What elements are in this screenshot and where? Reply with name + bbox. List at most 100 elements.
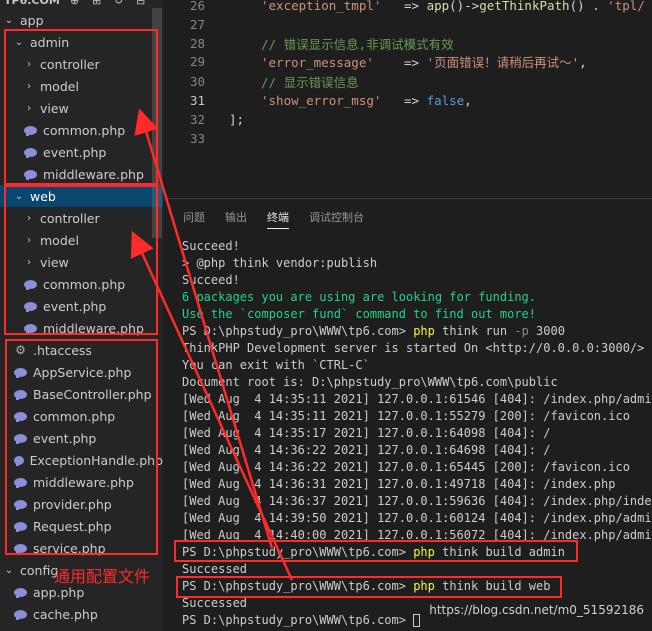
code-text: ]; <box>229 112 245 127</box>
panel-tab[interactable]: 问题 <box>183 205 205 229</box>
panel-tabs: 问题 输出 终端 调试控制台 <box>163 205 364 229</box>
tree-item[interactable]: event.php <box>0 141 163 163</box>
chevron-down-icon: ⌄ <box>4 14 14 26</box>
panel-tab[interactable]: 调试控制台 <box>309 205 364 229</box>
tree-item-label: event.php <box>43 144 107 160</box>
code-line: 29 'error_message' => '页面错误！请稍后再试～', <box>163 52 652 71</box>
watermark-text: https://blog.csdn.net/m0_51592186 <box>429 603 644 617</box>
code-text: 'exception_tmpl' => app()->getThinkPath(… <box>261 0 645 13</box>
terminal-line: ThinkPHP Development server is started O… <box>182 341 645 355</box>
chevron-down-icon: ⌄ <box>14 190 24 202</box>
tree-item-label: common.php <box>43 122 126 138</box>
panel-tab[interactable]: 终端 <box>267 205 289 229</box>
tree-item[interactable]: service.php <box>0 537 163 559</box>
terminal-line: PS D:\phpstudy_pro\WWW\tp6.com> php thin… <box>182 579 551 593</box>
tree-item[interactable]: ExceptionHandle.php <box>0 449 163 471</box>
code-line: 28 // 错误显示信息,非调试模式有效 <box>163 34 652 53</box>
code-line: 32]; <box>163 110 652 129</box>
tree-item[interactable]: › view <box>0 251 163 273</box>
tree-item[interactable]: ⌄ app <box>0 9 163 31</box>
chevron-right-icon: › <box>27 234 31 246</box>
php-file-icon <box>14 411 27 422</box>
tree-item-label: .htaccess <box>33 342 92 358</box>
terminal-line: Successed <box>182 596 248 610</box>
php-file-icon <box>14 477 27 488</box>
tree-item-label: middleware.php <box>43 166 144 182</box>
tree-item-label: event.php <box>43 298 107 314</box>
terminal-line: [Wed Aug 4 14:35:11 2021] 127.0.0.1:6154… <box>182 392 652 406</box>
tree-item[interactable]: common.php <box>0 273 163 295</box>
tree-item[interactable]: event.php <box>0 427 163 449</box>
php-file-icon <box>24 279 37 290</box>
tree-item[interactable]: › model <box>0 75 163 97</box>
explorer-header-title: TP6.COM <box>4 0 60 7</box>
tree-item[interactable]: common.php <box>0 119 163 141</box>
tree-item[interactable]: › model <box>0 229 163 251</box>
tree-item-label: admin <box>30 34 70 50</box>
tree-item-label: controller <box>40 56 100 72</box>
terminal-line: [Wed Aug 4 14:36:22 2021] 127.0.0.1:6544… <box>182 460 630 474</box>
new-file-icon[interactable]: ⊕ <box>70 0 79 7</box>
chevron-right-icon: › <box>27 256 31 268</box>
code-line: 27 <box>163 15 652 34</box>
tree-item-label: config <box>20 562 59 578</box>
tree-item-label: Request.php <box>33 518 112 534</box>
line-number: 33 <box>189 131 205 146</box>
tree-item-label: AppService.php <box>33 364 132 380</box>
collapse-icon[interactable]: ⊟ <box>136 0 145 7</box>
tree-item[interactable]: Request.php <box>0 515 163 537</box>
code-text: 'error_message' => '页面错误！请稍后再试～', <box>261 55 587 70</box>
tree-item-label: view <box>40 254 69 270</box>
tree-item[interactable]: › view <box>0 97 163 119</box>
chevron-right-icon: › <box>27 58 31 70</box>
tree-item-label: event.php <box>33 430 97 446</box>
terminal-line: Succeed! <box>182 273 240 287</box>
chevron-right-icon: › <box>27 80 31 92</box>
tree-item[interactable]: provider.php <box>0 493 163 515</box>
terminal-line: [Wed Aug 4 14:36:22 2021] 127.0.0.1:6469… <box>182 443 551 457</box>
tree-item-label: middleware.php <box>33 474 134 490</box>
gear-icon: ⚙ <box>15 343 26 357</box>
tree-item-label: model <box>40 78 79 94</box>
php-file-icon <box>14 433 27 444</box>
tree-item[interactable]: AppService.php <box>0 361 163 383</box>
tree-item-label: provider.php <box>33 496 112 512</box>
tree-item-label: view <box>40 100 69 116</box>
code-editor[interactable]: 26 'exception_tmpl' => app()->getThinkPat… <box>163 0 652 198</box>
line-number: 26 <box>189 0 205 13</box>
tree-item[interactable]: event.php <box>0 295 163 317</box>
code-line: 30 // 显示错误信息 <box>163 72 652 91</box>
tree-item[interactable]: middleware.php <box>0 163 163 185</box>
tree-item[interactable]: BaseController.php <box>0 383 163 405</box>
tree-item[interactable]: ⌄ admin <box>0 31 163 53</box>
php-file-icon <box>24 125 37 136</box>
php-file-icon <box>14 587 27 598</box>
code-text: // 错误显示信息,非调试模式有效 <box>261 37 454 52</box>
tree-item-label: common.php <box>43 276 126 292</box>
terminal-line: [Wed Aug 4 14:36:37 2021] 127.0.0.1:5963… <box>182 494 652 508</box>
chevron-right-icon: › <box>27 102 31 114</box>
refresh-icon[interactable]: ↻ <box>114 0 123 7</box>
new-folder-icon[interactable]: ⊞ <box>92 0 101 7</box>
php-file-icon <box>14 499 27 510</box>
line-number: 27 <box>189 17 205 32</box>
tree-item[interactable]: › controller <box>0 207 163 229</box>
tree-item[interactable]: middleware.php <box>0 317 163 339</box>
terminal-line: 6 packages you are using are looking for… <box>182 290 537 304</box>
tree-item[interactable]: ⚙ .htaccess <box>0 339 163 361</box>
tree-item[interactable]: cache.php <box>0 603 163 625</box>
annotation-label: 通用配置文件 <box>54 567 151 586</box>
tree-item[interactable]: middleware.php <box>0 471 163 493</box>
explorer-sidebar: ⌄ app ⌄ admin › controller › model › view common.p… <box>0 0 163 631</box>
terminal-line: PS D:\phpstudy_pro\WWW\tp6.com> php thin… <box>182 324 565 338</box>
tree-item[interactable]: common.php <box>0 405 163 427</box>
php-file-icon <box>14 543 27 554</box>
chevron-down-icon: ⌄ <box>14 36 24 48</box>
line-number: 31 <box>189 93 205 108</box>
panel-tab[interactable]: 输出 <box>225 205 247 229</box>
tree-item-label: middleware.php <box>43 320 144 336</box>
tree-item[interactable]: › controller <box>0 53 163 75</box>
line-number: 32 <box>189 112 205 127</box>
tree-item[interactable]: ⌄ web <box>0 185 163 207</box>
sidebar-scrollbar[interactable] <box>152 8 162 238</box>
